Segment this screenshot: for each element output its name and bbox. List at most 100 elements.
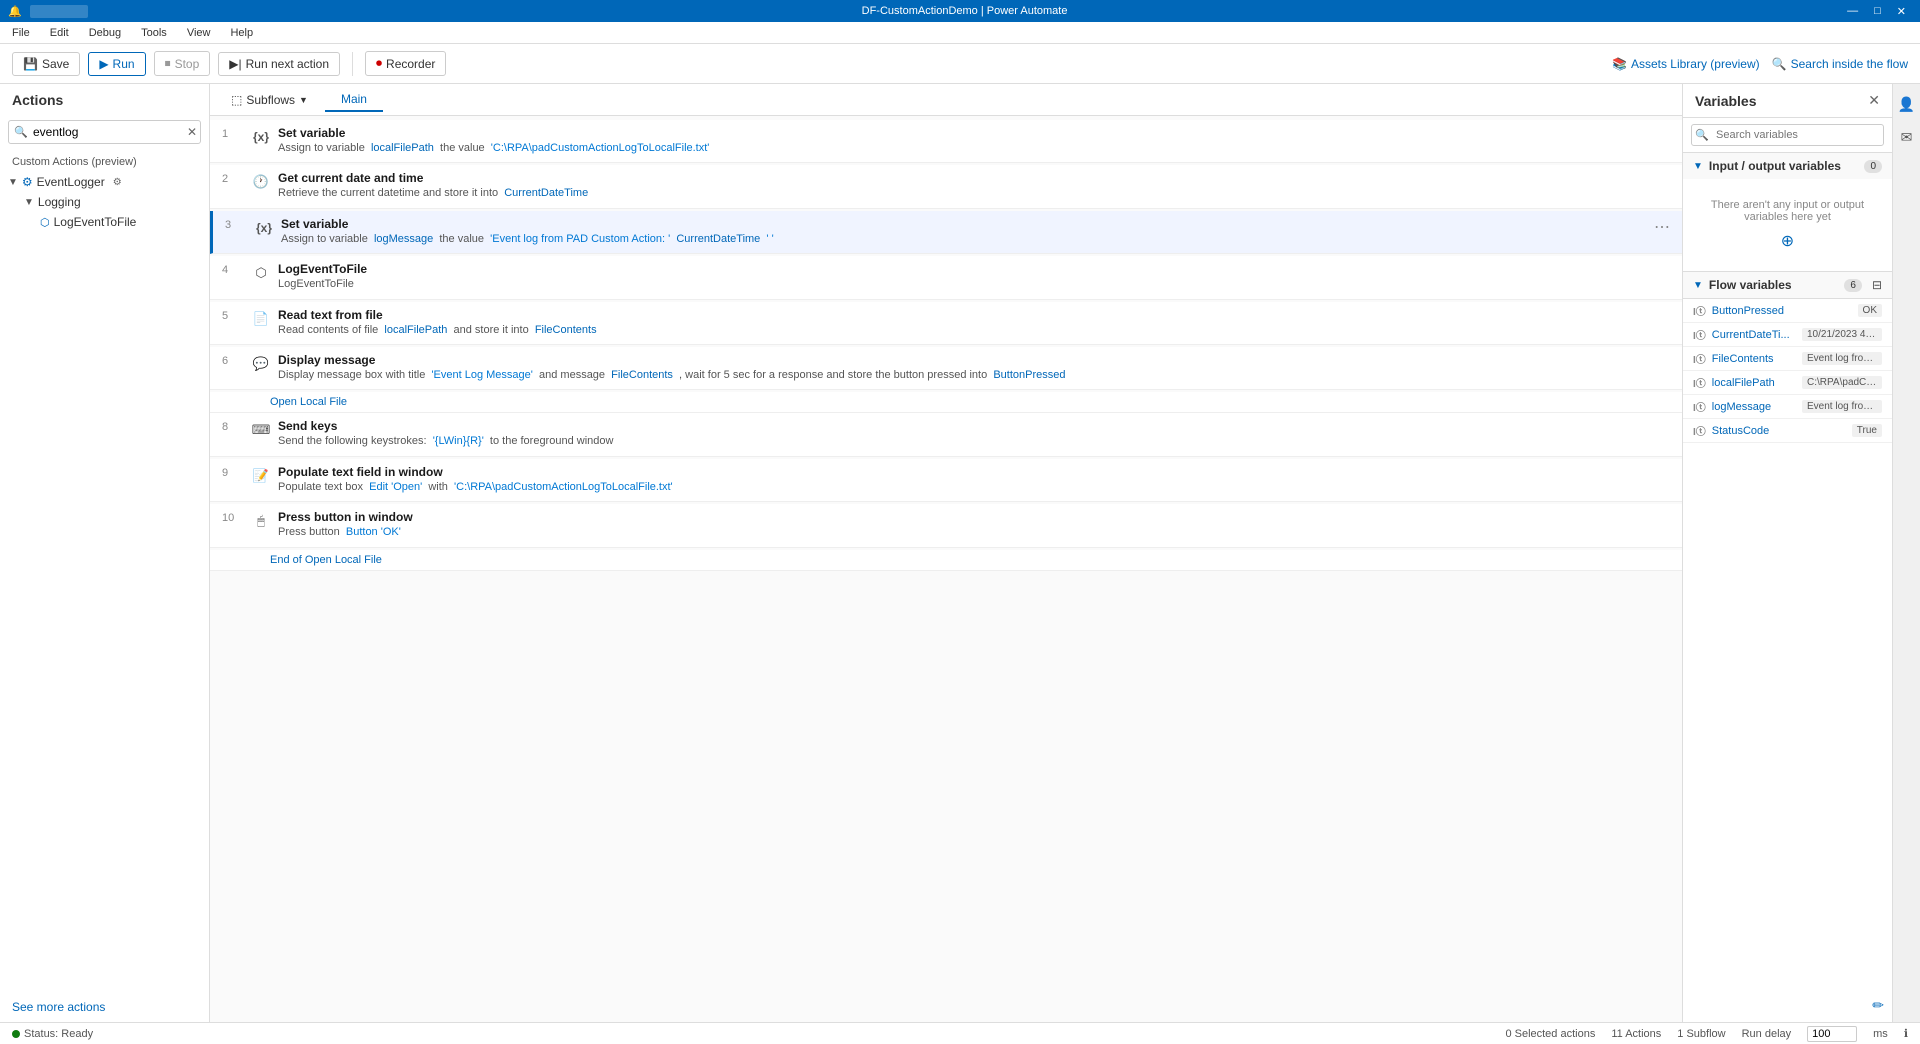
variables-panel: Variables ✕ 🔍 ▼ Input / output variables… xyxy=(1682,84,1892,1022)
action-title: Press button in window xyxy=(278,510,1670,524)
add-variable-button[interactable]: ⊕ xyxy=(1781,233,1794,250)
action-desc: Send the following keystrokes: '{LWin}{R… xyxy=(278,434,1670,449)
edit-variables-icon[interactable]: ✏ xyxy=(1872,997,1884,1014)
mail-icon[interactable]: ✉ xyxy=(1897,125,1917,150)
run-next-button[interactable]: ▶| Run next action xyxy=(218,52,340,76)
filter-icon[interactable]: ⊟ xyxy=(1872,278,1882,292)
var-type-icon: Iⓣ xyxy=(1693,351,1706,366)
menu-edit[interactable]: Edit xyxy=(46,25,73,41)
logeventtofile-icon: ⬡ xyxy=(250,262,272,284)
maximize-button[interactable]: □ xyxy=(1868,5,1887,18)
subflows-button[interactable]: ⬚ Subflows ▼ xyxy=(222,88,317,112)
toolbar: 💾 Save ▶ Run ⏹ Stop ▶| Run next action ⏺… xyxy=(0,44,1920,84)
app-title: DF-CustomActionDemo | Power Automate xyxy=(88,5,1841,17)
action-row: 9 📝 Populate text field in window Popula… xyxy=(210,459,1682,502)
action-title: Set variable xyxy=(278,126,1670,140)
variables-panel-header: Variables ✕ xyxy=(1683,84,1892,118)
var-search-input[interactable] xyxy=(1691,124,1884,146)
assets-library-link[interactable]: 📚 Assets Library (preview) xyxy=(1612,57,1760,71)
var-item-localfilepath: Iⓣ localFilePath C:\RPA\padCusto... xyxy=(1683,371,1892,395)
populate-text-icon: 📝 xyxy=(250,465,272,487)
run-delay-label: Run delay xyxy=(1742,1028,1792,1040)
minimize-button[interactable]: — xyxy=(1841,5,1864,18)
stop-icon: ⏹ xyxy=(165,56,171,71)
action-title: Set variable xyxy=(281,217,1646,231)
var-item-buttonpressed: Iⓣ ButtonPressed OK xyxy=(1683,299,1892,323)
action-desc: LogEventToFile xyxy=(278,277,1670,292)
press-button-icon: 🖱 xyxy=(250,510,272,532)
set-variable-icon2: {x} xyxy=(253,217,275,239)
sidebar-title: Actions xyxy=(0,84,209,116)
menu-file[interactable]: File xyxy=(8,25,34,41)
search-clear-button[interactable]: ✕ xyxy=(187,125,197,139)
recorder-icon: ⏺ xyxy=(376,56,382,71)
variables-panel-title: Variables xyxy=(1695,93,1757,109)
menu-view[interactable]: View xyxy=(183,25,215,41)
action-title: Read text from file xyxy=(278,308,1670,322)
menu-tools[interactable]: Tools xyxy=(137,25,171,41)
status-bar: Status: Ready 0 Selected actions 11 Acti… xyxy=(0,1022,1920,1044)
menu-debug[interactable]: Debug xyxy=(85,25,125,41)
input-output-empty: There aren't any input or output variabl… xyxy=(1683,179,1892,271)
sidebar-item-logeventtofile[interactable]: ⬡ LogEventToFile xyxy=(0,212,209,232)
see-more-link[interactable]: See more actions xyxy=(0,992,209,1022)
sidebar-item-eventlogger[interactable]: ▼ ⚙ EventLogger ⚙ xyxy=(0,172,209,192)
action-desc: Retrieve the current datetime and store … xyxy=(278,186,1670,201)
run-next-icon: ▶| xyxy=(229,57,241,71)
var-type-icon: Iⓣ xyxy=(1693,375,1706,390)
action-title: Display message xyxy=(278,353,1670,367)
person-icon[interactable]: 👤 xyxy=(1894,92,1919,117)
search-input[interactable] xyxy=(8,120,201,144)
stop-button[interactable]: ⏹ Stop xyxy=(154,51,211,76)
action-number: 10 xyxy=(222,510,250,524)
var-item-filecontents: Iⓣ FileContents Event log from PAD... xyxy=(1683,347,1892,371)
sidebar-item-logging[interactable]: ▼ Logging xyxy=(0,192,209,212)
var-type-icon: Iⓣ xyxy=(1693,399,1706,414)
action-title: Get current date and time xyxy=(278,171,1670,185)
chevron-down-icon-flow: ▼ xyxy=(1693,280,1703,291)
flow-variables-header[interactable]: ▼ Flow variables 6 ⊟ xyxy=(1683,272,1892,299)
info-icon: ℹ xyxy=(1904,1027,1908,1040)
input-output-title: Input / output variables xyxy=(1709,159,1859,173)
action-number: 8 xyxy=(222,419,250,433)
variables-panel-close-button[interactable]: ✕ xyxy=(1868,92,1880,109)
action-title: LogEventToFile xyxy=(278,262,1670,276)
action-row: 5 📄 Read text from file Read contents of… xyxy=(210,302,1682,345)
empty-text: There aren't any input or output variabl… xyxy=(1695,199,1880,223)
input-output-header[interactable]: ▼ Input / output variables 0 xyxy=(1683,153,1892,179)
menu-help[interactable]: Help xyxy=(226,25,257,41)
subflows-bar: ⬚ Subflows ▼ Main xyxy=(210,84,1682,116)
center-content: ⬚ Subflows ▼ Main 1 {x} Set variable Ass… xyxy=(210,84,1682,1022)
status-label: Status: Ready xyxy=(24,1028,93,1040)
status-ready: Status: Ready xyxy=(12,1028,93,1040)
action-more-button[interactable]: ⋯ xyxy=(1646,217,1670,237)
action-number: 9 xyxy=(222,465,250,479)
action-row: 1 {x} Set variable Assign to variable lo… xyxy=(210,120,1682,163)
subflow-open-label: Open Local File xyxy=(210,392,1682,413)
user-search xyxy=(30,5,88,18)
action-row: 8 ⌨ Send keys Send the following keystro… xyxy=(210,413,1682,456)
action-number: 2 xyxy=(222,171,250,185)
search-icon: 🔍 xyxy=(1772,57,1787,71)
action-row: 6 💬 Display message Display message box … xyxy=(210,347,1682,390)
flow-variables-list: Iⓣ ButtonPressed OK Iⓣ CurrentDateTi... … xyxy=(1683,299,1892,443)
action-row: 3 {x} Set variable Assign to variable lo… xyxy=(210,211,1682,254)
close-button[interactable]: ✕ xyxy=(1891,5,1912,18)
custom-actions-label: Custom Actions (preview) xyxy=(0,148,209,172)
tab-main[interactable]: Main xyxy=(325,88,383,112)
recorder-button[interactable]: ⏺ Recorder xyxy=(365,51,446,76)
action-number: 3 xyxy=(225,217,253,231)
search-flow-link[interactable]: 🔍 Search inside the flow xyxy=(1772,57,1908,71)
action-desc: Display message box with title 'Event Lo… xyxy=(278,368,1670,383)
menu-bar: File Edit Debug Tools View Help xyxy=(0,22,1920,44)
right-icons-panel: 👤 ✉ xyxy=(1892,84,1920,1022)
run-delay-input[interactable] xyxy=(1807,1026,1857,1042)
action-number: 1 xyxy=(222,126,250,140)
settings-icon: ⚙ xyxy=(113,177,122,188)
run-button[interactable]: ▶ Run xyxy=(88,52,145,76)
save-button[interactable]: 💾 Save xyxy=(12,52,80,76)
var-item-currentdatetime: Iⓣ CurrentDateTi... 10/21/2023 4:58:53..… xyxy=(1683,323,1892,347)
action-row: 4 ⬡ LogEventToFile LogEventToFile xyxy=(210,256,1682,299)
event-logger-icon: ⚙ xyxy=(22,175,33,189)
action-number: 4 xyxy=(222,262,250,276)
